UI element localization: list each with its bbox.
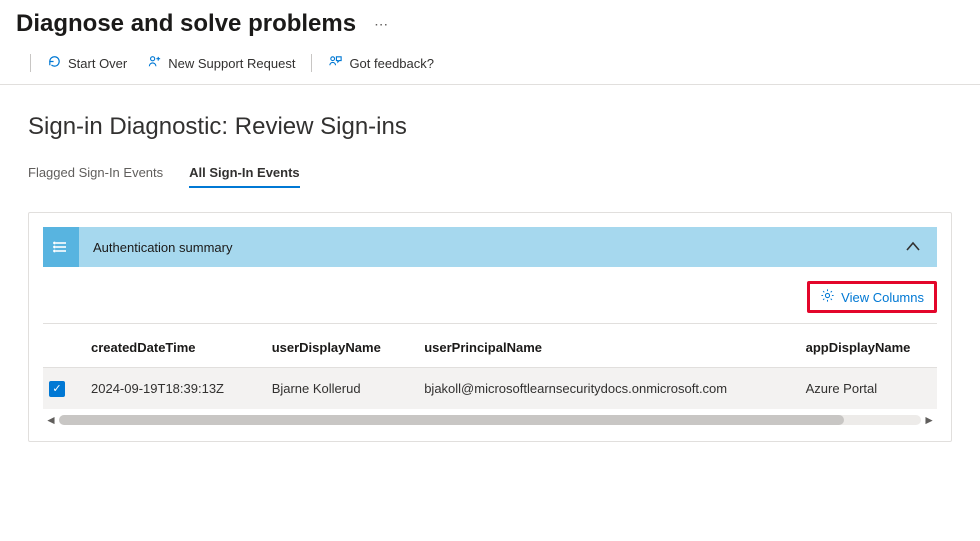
- cell-appdisplayname: Azure Portal: [796, 368, 937, 409]
- tabs: Flagged Sign-In Events All Sign-In Event…: [28, 165, 952, 188]
- scroll-thumb[interactable]: [59, 415, 844, 425]
- divider: [311, 54, 312, 72]
- section-heading: Sign-in Diagnostic: Review Sign-ins: [28, 113, 952, 141]
- new-support-request-button[interactable]: New Support Request: [141, 52, 301, 74]
- row-checkbox[interactable]: ✓: [49, 381, 65, 397]
- auth-summary-title: Authentication summary: [93, 240, 903, 255]
- refresh-icon: [47, 54, 62, 72]
- view-columns-label: View Columns: [841, 290, 924, 305]
- table-row[interactable]: ✓ 2024-09-19T18:39:13Z Bjarne Kollerud b…: [43, 368, 937, 409]
- feedback-icon: [328, 54, 343, 72]
- col-checkbox: [43, 324, 81, 368]
- scroll-track[interactable]: [59, 415, 921, 425]
- col-created[interactable]: createdDateTime: [81, 324, 262, 368]
- horizontal-scrollbar[interactable]: ◄ ►: [43, 413, 937, 427]
- more-menu-icon[interactable]: ⋯: [374, 16, 389, 33]
- results-panel: Authentication summary View Columns: [28, 212, 952, 442]
- new-support-request-label: New Support Request: [168, 56, 295, 71]
- chevron-up-icon[interactable]: [903, 237, 923, 257]
- col-userdisplayname[interactable]: userDisplayName: [262, 324, 415, 368]
- support-icon: [147, 54, 162, 72]
- cell-userdisplayname: Bjarne Kollerud: [262, 368, 415, 409]
- start-over-label: Start Over: [68, 56, 127, 71]
- tab-all-signin[interactable]: All Sign-In Events: [189, 165, 300, 188]
- col-appdisplayname[interactable]: appDisplayName: [796, 324, 937, 368]
- results-table: createdDateTime userDisplayName userPrin…: [43, 324, 937, 409]
- results-table-wrap: createdDateTime userDisplayName userPrin…: [43, 324, 937, 409]
- start-over-button[interactable]: Start Over: [41, 52, 133, 74]
- got-feedback-label: Got feedback?: [349, 56, 434, 71]
- scroll-left-icon[interactable]: ◄: [43, 413, 59, 427]
- page-header: Diagnose and solve problems ⋯: [0, 0, 980, 46]
- view-columns-button[interactable]: View Columns: [807, 281, 937, 313]
- gear-icon: [820, 288, 835, 306]
- cell-userprincipalname: bjakoll@microsoftlearnsecuritydocs.onmic…: [414, 368, 795, 409]
- page-title: Diagnose and solve problems: [16, 10, 356, 38]
- divider: [30, 54, 31, 72]
- cell-created: 2024-09-19T18:39:13Z: [81, 368, 262, 409]
- toolbar: Start Over New Support Request Got feedb…: [0, 46, 980, 85]
- scroll-right-icon[interactable]: ►: [921, 413, 937, 427]
- got-feedback-button[interactable]: Got feedback?: [322, 52, 440, 74]
- tab-flagged-signin[interactable]: Flagged Sign-In Events: [28, 165, 163, 188]
- col-userprincipalname[interactable]: userPrincipalName: [414, 324, 795, 368]
- auth-summary-header[interactable]: Authentication summary: [43, 227, 937, 267]
- list-icon: [43, 227, 79, 267]
